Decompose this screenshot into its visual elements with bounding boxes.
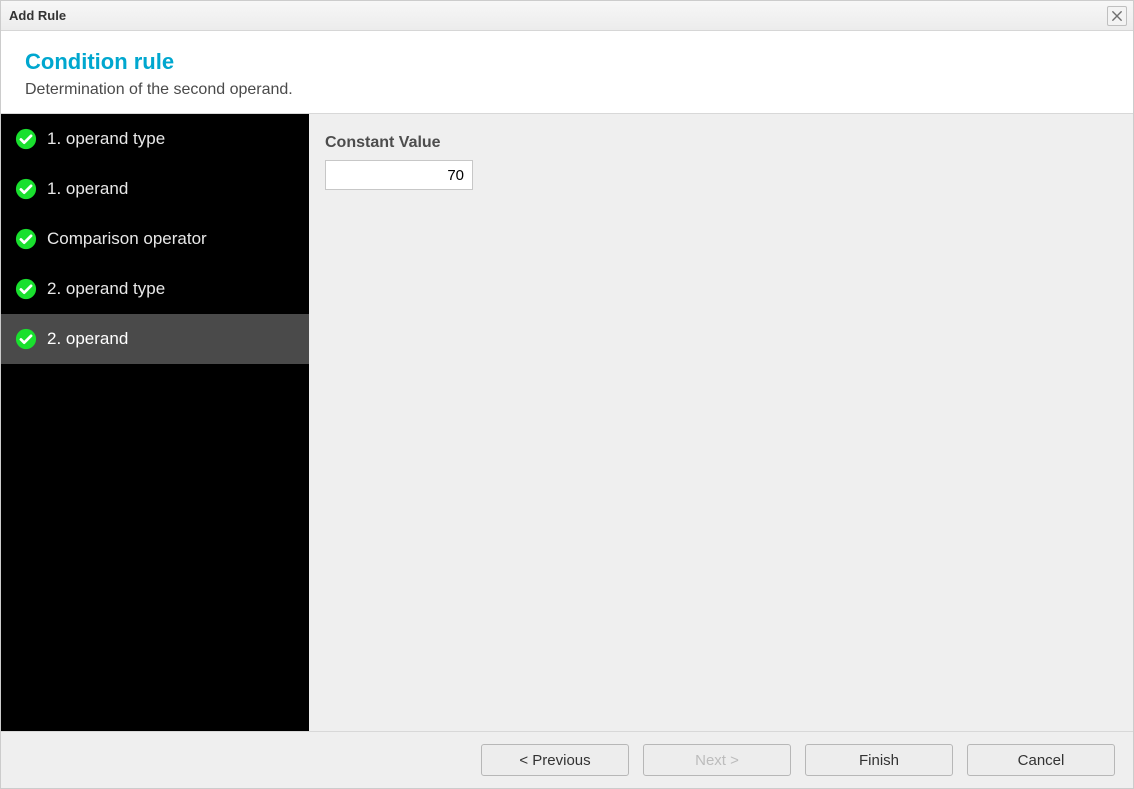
check-circle-icon — [15, 278, 37, 300]
wizard-step-1-operand-type[interactable]: 1. operand type — [1, 114, 309, 164]
check-circle-icon — [15, 328, 37, 350]
previous-button[interactable]: < Previous — [481, 744, 629, 776]
wizard-step-label: 2. operand — [47, 329, 295, 349]
cancel-button[interactable]: Cancel — [967, 744, 1115, 776]
wizard-step-label: 1. operand type — [47, 129, 295, 149]
check-circle-icon — [15, 128, 37, 150]
page-title: Condition rule — [25, 49, 1113, 75]
finish-button[interactable]: Finish — [805, 744, 953, 776]
wizard-step-1-operand[interactable]: 1. operand — [1, 164, 309, 214]
wizard-step-label: 1. operand — [47, 179, 295, 199]
wizard-step-2-operand-type[interactable]: 2. operand type — [1, 264, 309, 314]
close-button[interactable] — [1107, 6, 1127, 26]
wizard-content: Constant Value — [309, 114, 1133, 731]
check-circle-icon — [15, 178, 37, 200]
wizard-step-label: Comparison operator — [47, 229, 295, 249]
window-title: Add Rule — [9, 8, 1107, 23]
constant-value-input[interactable] — [325, 160, 473, 190]
page-subtitle: Determination of the second operand. — [25, 81, 1113, 99]
wizard-step-2-operand[interactable]: 2. operand — [1, 314, 309, 364]
check-circle-icon — [15, 228, 37, 250]
next-button[interactable]: Next > — [643, 744, 791, 776]
wizard-step-comparison-operator[interactable]: Comparison operator — [1, 214, 309, 264]
close-icon — [1110, 9, 1124, 23]
add-rule-dialog: Add Rule Condition rule Determination of… — [0, 0, 1134, 789]
header-panel: Condition rule Determination of the seco… — [1, 31, 1133, 114]
wizard-steps-sidebar: 1. operand type 1. operand Comparison op… — [1, 114, 309, 731]
wizard-step-label: 2. operand type — [47, 279, 295, 299]
constant-value-label: Constant Value — [325, 134, 1117, 152]
titlebar: Add Rule — [1, 1, 1133, 31]
wizard-footer: < Previous Next > Finish Cancel — [1, 732, 1133, 788]
wizard-body: 1. operand type 1. operand Comparison op… — [1, 114, 1133, 732]
